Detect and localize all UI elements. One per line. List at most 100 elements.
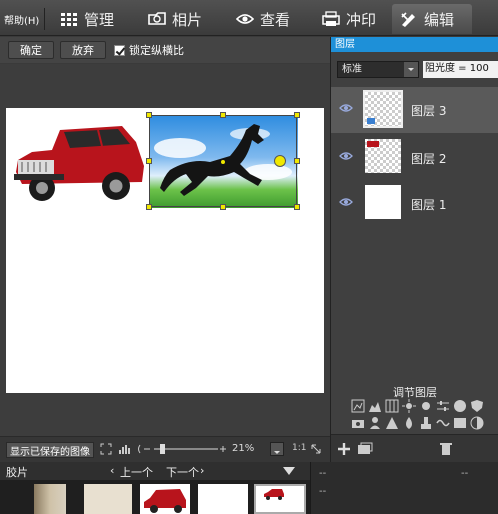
info-value: -- [461,468,469,479]
visibility-eye-icon[interactable] [339,197,353,207]
filmstrip-thumb[interactable] [34,484,66,514]
resize-handle-bottom-left[interactable] [146,204,152,210]
red-suv-image [367,141,379,147]
red-suv-image [12,116,150,206]
resize-handle-right[interactable] [294,158,300,164]
panel-title: 图层 [331,37,498,52]
tab-edit[interactable]: 编辑 [392,4,472,34]
edit-icon [401,12,415,27]
tab-photos[interactable]: 相片 [140,4,210,34]
brightness-icon[interactable] [402,399,416,413]
zoom-value: 21% [232,443,255,454]
film-icon[interactable] [453,416,467,430]
adjustment-icons [351,399,497,430]
blend-mode-select[interactable]: 标准 [337,61,419,78]
drop-icon[interactable] [402,416,416,430]
lock-ratio-label: 锁定纵横比 [129,44,184,57]
checkbox-checked-icon[interactable] [114,44,125,56]
layer-name: 图层 2 [411,152,447,166]
lock-ratio-checkbox[interactable]: 锁定纵横比 [114,41,184,59]
collapse-triangle-icon[interactable] [282,466,296,476]
triangle-icon[interactable] [385,416,399,430]
tab-edit-label: 编辑 [424,10,455,29]
chevron-left-icon: ‹ [110,464,115,477]
next-button[interactable]: 下一个 [166,464,199,480]
stamp-icon[interactable] [419,416,433,430]
printer-icon [322,11,340,26]
layer-name: 图层 1 [411,198,447,212]
show-saved-image-button[interactable]: 显示已保存的图像 [6,442,94,458]
visibility-eye-icon[interactable] [339,103,353,113]
chevron-down-icon [404,62,418,77]
contrast-icon[interactable] [470,416,484,430]
expand-icon[interactable] [310,443,322,455]
wave-icon[interactable] [436,416,450,430]
tab-separator [44,8,45,30]
app-window: 帮助(H) 管理 相片 查看 冲印 编辑 确定 放弃 锁定纵横比 显示已保存的图… [0,0,498,514]
histogram-icon[interactable] [118,443,130,455]
layers-icon[interactable] [357,442,373,456]
horse-image [367,118,375,124]
resize-handle-bottom-right[interactable] [294,204,300,210]
panel-bottom-toolbar [331,434,498,462]
help-menu[interactable]: 帮助(H) [4,12,39,27]
resize-handle-left[interactable] [146,158,152,164]
shield-icon[interactable] [470,399,484,413]
zoom-dropdown[interactable] [270,442,284,456]
camera-icon[interactable] [351,416,365,430]
adjustment-layers-title: 调节图层 [393,386,437,399]
fit-icon[interactable] [100,443,112,455]
confirm-button[interactable]: 确定 [8,41,54,59]
rotate-handle[interactable] [274,155,286,167]
red-suv-image [264,489,284,500]
layer-row-1[interactable]: 图层 1 [331,181,498,227]
layer-row-3[interactable]: 图层 3 [331,87,498,133]
visibility-eye-icon[interactable] [339,151,353,161]
blend-mode-value: 标准 [342,64,362,75]
layer-name: 图层 3 [411,104,447,118]
filmstrip-thumb-selected[interactable] [254,484,306,514]
resize-handle-bottom[interactable] [220,204,226,210]
image-canvas[interactable] [6,108,324,393]
histogram-icon[interactable] [368,399,382,413]
tab-manage[interactable]: 管理 [52,4,122,34]
layer-row-2[interactable]: 图层 2 [331,135,498,181]
tab-manage-label: 管理 [84,10,115,29]
canvas-workarea [0,64,330,436]
add-icon[interactable] [337,442,351,456]
prev-button[interactable]: 上一个 [120,464,153,480]
layer-thumbnail [365,185,401,219]
filmstrip-thumb[interactable] [140,484,190,514]
red-suv-image [144,489,186,513]
opacity-field[interactable]: 阻光度 = 100 [423,61,498,78]
resize-handle-top-right[interactable] [294,112,300,118]
filmstrip-header: 胶片 ‹ 上一个 下一个 › [0,462,310,480]
person-icon[interactable] [368,416,382,430]
info-value: -- [319,468,327,479]
actual-size-button[interactable]: 1:1 [292,443,306,453]
sun-icon[interactable] [419,399,433,413]
filmstrip [0,480,310,514]
top-tab-bar: 帮助(H) 管理 相片 查看 冲印 编辑 [0,0,498,36]
tab-print[interactable]: 冲印 [314,4,384,34]
resize-handle-top-left[interactable] [146,112,152,118]
sliders-icon[interactable] [436,399,450,413]
zoom-slider[interactable] [136,442,228,456]
tab-view-label: 查看 [260,10,291,29]
center-point [221,160,225,164]
grid-adjust-icon[interactable] [385,399,399,413]
filmstrip-thumb[interactable] [84,484,132,514]
palette-icon[interactable] [453,399,467,413]
eye-icon [236,14,254,24]
filmstrip-thumb[interactable] [198,484,248,514]
levels-icon[interactable] [351,399,365,413]
edit-toolbar: 确定 放弃 锁定纵横比 [0,37,330,63]
trash-icon[interactable] [439,442,453,456]
chevron-down-icon [274,451,280,454]
filmstrip-title: 胶片 [6,466,28,479]
photo-tag-icon [148,12,166,25]
info-panel: -- -- -- [310,462,498,514]
discard-button[interactable]: 放弃 [60,41,106,59]
resize-handle-top[interactable] [220,112,226,118]
tab-view[interactable]: 查看 [228,4,298,34]
